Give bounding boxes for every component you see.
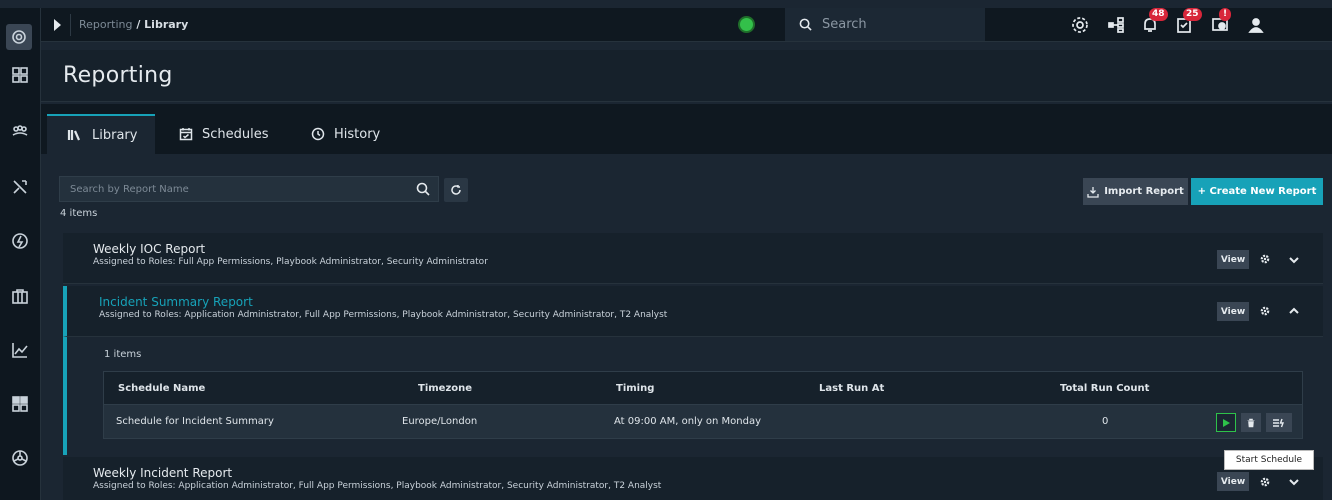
schedules-table: Schedule Name Timezone Timing Last Run A…: [103, 371, 1303, 439]
app-logo-icon[interactable]: [6, 24, 32, 50]
breadcrumb-current: Library: [144, 18, 189, 31]
chevron-down-icon[interactable]: [1288, 476, 1300, 488]
gear-icon[interactable]: [1258, 252, 1272, 266]
calendar-check-icon: [179, 128, 193, 141]
report-roles: Assigned to Roles: Application Administr…: [99, 310, 668, 320]
import-report-button[interactable]: Import Report: [1083, 178, 1188, 205]
gear-icon[interactable]: [1258, 475, 1272, 489]
settings-wheel-icon[interactable]: [9, 447, 31, 469]
schedules-count: 1 items: [104, 349, 142, 360]
breadcrumb-parent[interactable]: Reporting: [79, 18, 132, 31]
refresh-button[interactable]: [444, 178, 468, 202]
page-title: Reporting: [63, 63, 173, 88]
log-icon: [1273, 418, 1285, 427]
gear-icon[interactable]: [1258, 304, 1272, 318]
column-header: Schedule Name: [118, 383, 206, 394]
items-count: 4 items: [60, 208, 98, 219]
timing-cell: At 09:00 AM, only on Monday: [614, 416, 762, 427]
report-row-weekly-incident[interactable]: Weekly Incident Report Assigned to Roles…: [63, 457, 1323, 500]
dashboard-icon[interactable]: [9, 64, 31, 86]
report-name[interactable]: Weekly Incident Report: [93, 466, 232, 480]
global-search-input[interactable]: Search: [785, 8, 985, 41]
table-header: Schedule Name Timezone Timing Last Run A…: [103, 371, 1303, 405]
import-icon: [1087, 186, 1099, 198]
column-header: Timing: [616, 383, 655, 394]
tasks-badge: 25: [1183, 8, 1202, 21]
page-header: Reporting: [41, 50, 1332, 102]
search-icon: [799, 18, 812, 31]
report-roles: Assigned to Roles: Full App Permissions,…: [93, 257, 488, 267]
report-roles: Assigned to Roles: Application Administr…: [93, 481, 662, 491]
user-avatar-icon[interactable]: [1244, 14, 1268, 36]
schedule-name-cell: Schedule for Incident Summary: [116, 416, 274, 427]
system-monitor-icon[interactable]: !: [1208, 8, 1232, 36]
settings-gear-icon[interactable]: [1068, 14, 1092, 36]
global-search-placeholder: Search: [822, 17, 867, 32]
tab-history[interactable]: History: [311, 114, 411, 154]
column-header: Last Run At: [819, 383, 885, 394]
schedules-panel: 1 items Schedule Name Timezone Timing La…: [63, 337, 1323, 455]
chevron-down-icon[interactable]: [1288, 254, 1300, 266]
start-schedule-tooltip: Start Schedule: [1224, 450, 1314, 470]
report-row-weekly-ioc[interactable]: Weekly IOC Report Assigned to Roles: Ful…: [63, 233, 1323, 284]
apps-icon[interactable]: [9, 393, 31, 415]
run-count-cell: 0: [1102, 416, 1109, 427]
refresh-icon: [451, 185, 461, 195]
report-name[interactable]: Weekly IOC Report: [93, 242, 205, 256]
tab-library[interactable]: Library: [47, 114, 155, 154]
tab-history-label: History: [334, 126, 381, 142]
chevron-up-icon[interactable]: [1288, 305, 1300, 317]
create-new-report-label: + Create New Report: [1197, 186, 1317, 197]
report-name[interactable]: Incident Summary Report: [99, 295, 253, 309]
notifications-badge: 48: [1149, 8, 1168, 21]
view-button[interactable]: View: [1217, 472, 1249, 491]
notifications-bell-icon[interactable]: 48: [1138, 8, 1168, 36]
app-root: Reporting / Library Search 48 25 ! Repor…: [0, 0, 1332, 500]
tab-schedules[interactable]: Schedules: [179, 114, 289, 154]
resources-icon[interactable]: [9, 285, 31, 307]
tab-bar: Library Schedules History: [41, 104, 1332, 154]
divider: [70, 14, 71, 36]
delete-schedule-button[interactable]: [1241, 413, 1261, 432]
tab-schedules-label: Schedules: [202, 126, 269, 142]
schedule-log-button[interactable]: [1266, 413, 1292, 432]
timezone-cell: Europe/London: [402, 416, 478, 427]
left-nav-rail: [0, 8, 41, 500]
system-alert-badge: !: [1219, 8, 1231, 21]
hierarchy-icon[interactable]: [1104, 14, 1128, 36]
tasks-icon[interactable]: 25: [1172, 8, 1202, 36]
workflow-icon[interactable]: [9, 176, 31, 198]
trash-icon: [1247, 418, 1255, 427]
history-icon: [311, 127, 325, 141]
report-search-field[interactable]: [59, 176, 439, 202]
import-report-label: Import Report: [1104, 186, 1184, 197]
column-header: Total Run Count: [1060, 383, 1150, 394]
report-search-input[interactable]: [60, 183, 416, 195]
tab-library-label: Library: [92, 127, 138, 143]
automation-icon[interactable]: [9, 230, 31, 252]
analytics-icon[interactable]: [9, 339, 31, 361]
create-new-report-button[interactable]: + Create New Report: [1191, 178, 1323, 205]
table-row[interactable]: Schedule for Incident Summary Europe/Lon…: [103, 405, 1303, 439]
breadcrumb: Reporting / Library: [79, 18, 188, 31]
search-icon[interactable]: [416, 182, 430, 196]
system-status-icon[interactable]: [738, 16, 755, 33]
breadcrumb-separator: /: [132, 18, 145, 31]
play-icon: [1223, 418, 1230, 427]
view-button[interactable]: View: [1217, 250, 1249, 269]
view-button[interactable]: View: [1217, 302, 1249, 321]
column-header: Timezone: [418, 383, 473, 394]
report-row-incident-summary[interactable]: Incident Summary Report Assigned to Role…: [63, 286, 1323, 337]
users-icon[interactable]: [9, 120, 31, 142]
top-bar: Reporting / Library Search 48 25 !: [41, 8, 1332, 42]
sidebar-toggle-icon[interactable]: [54, 19, 61, 31]
start-schedule-button[interactable]: [1216, 413, 1236, 432]
library-icon: [67, 130, 81, 141]
